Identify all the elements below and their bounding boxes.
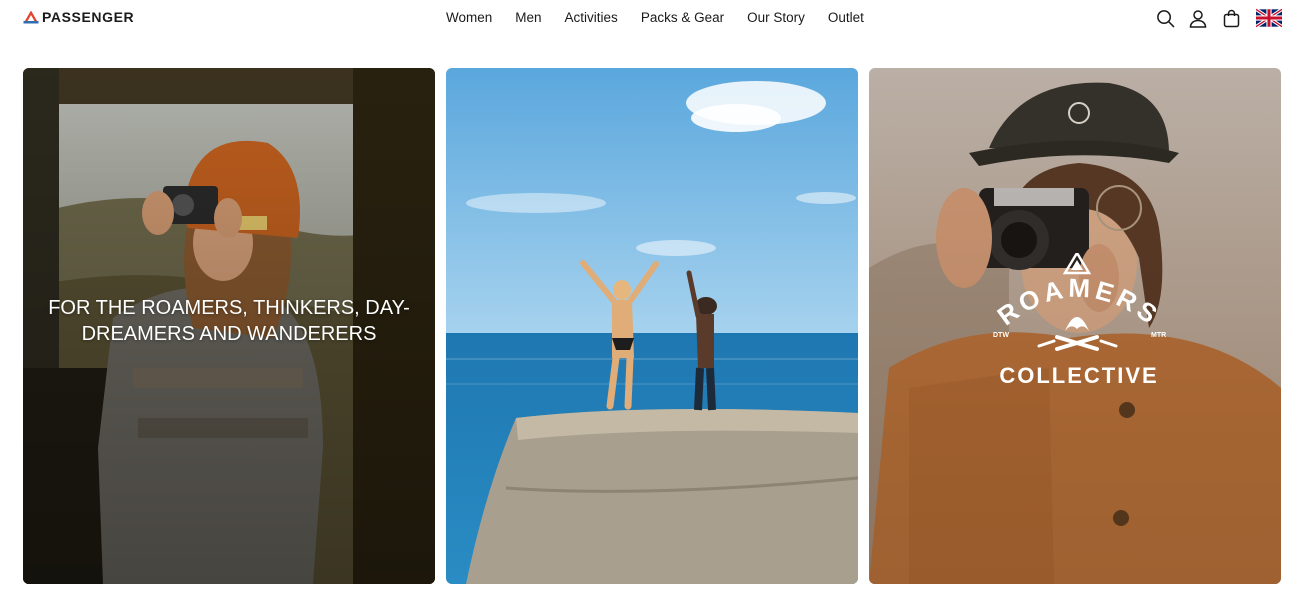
nav-item-packs-gear[interactable]: Packs & Gear bbox=[641, 10, 724, 25]
brand-name: PASSENGER bbox=[42, 9, 135, 25]
nav-item-men[interactable]: Men bbox=[515, 10, 541, 25]
site-header: PASSENGER Women Men Activities Packs & G… bbox=[0, 0, 1312, 38]
hero-tile-sea-jump[interactable] bbox=[446, 68, 858, 584]
brand-logo[interactable]: PASSENGER bbox=[23, 9, 134, 25]
badge-left-text: DTW bbox=[993, 332, 1009, 339]
main-nav: Women Men Activities Packs & Gear Our St… bbox=[446, 10, 864, 25]
nav-item-activities[interactable]: Activities bbox=[565, 10, 618, 25]
uk-flag-icon[interactable] bbox=[1255, 7, 1283, 29]
search-icon[interactable] bbox=[1154, 7, 1176, 29]
badge-right-text: MTR bbox=[1151, 332, 1166, 339]
header-actions bbox=[1154, 7, 1283, 29]
nav-item-our-story[interactable]: Our Story bbox=[747, 10, 805, 25]
bag-icon[interactable] bbox=[1220, 7, 1242, 29]
user-icon[interactable] bbox=[1187, 7, 1209, 29]
roamers-collective-badge: ROAMERS DTW MTR COLLECTIVE bbox=[992, 253, 1166, 388]
hero-tile-roamers-thinkers[interactable]: FOR THE ROAMERS, THINKERS, DAY-DREAMERS … bbox=[23, 68, 435, 584]
sea-jump-photo bbox=[446, 68, 858, 584]
badge-bottom-text: COLLECTIVE bbox=[999, 363, 1158, 388]
nav-item-outlet[interactable]: Outlet bbox=[828, 10, 864, 25]
hero-tiles: FOR THE ROAMERS, THINKERS, DAY-DREAMERS … bbox=[23, 68, 1282, 585]
passenger-logo-icon bbox=[23, 10, 39, 24]
nav-item-women[interactable]: Women bbox=[446, 10, 492, 25]
hero-tile-roamers-collective[interactable]: ROAMERS DTW MTR COLLECTIVE bbox=[869, 68, 1281, 584]
hero-tile-caption: FOR THE ROAMERS, THINKERS, DAY-DREAMERS … bbox=[48, 297, 410, 345]
